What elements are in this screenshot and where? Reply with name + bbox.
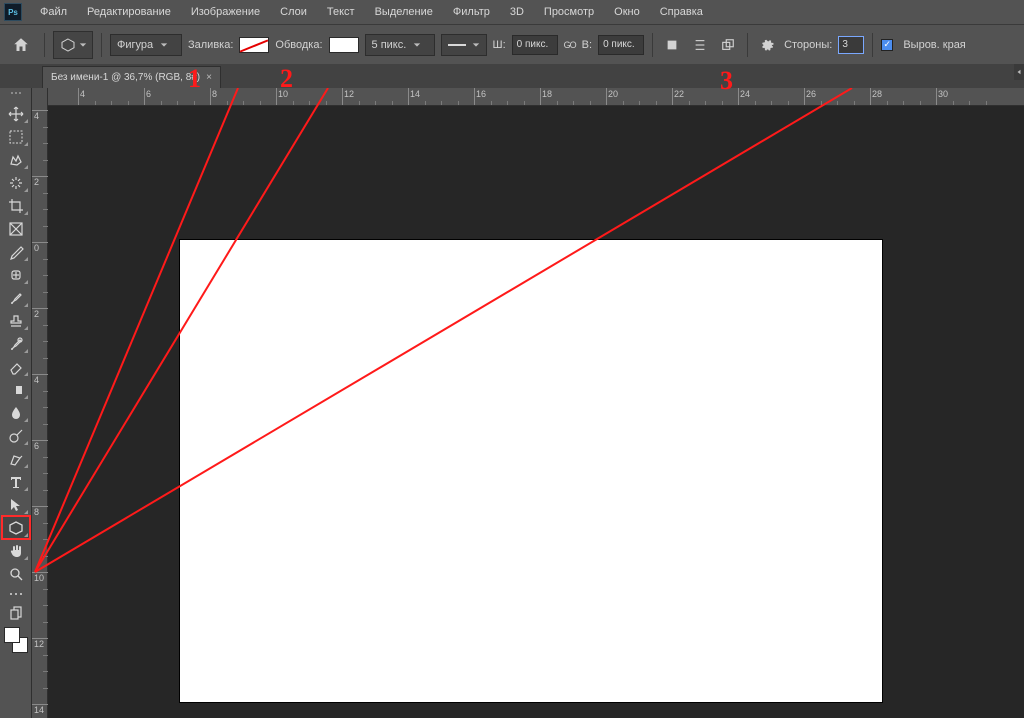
panel-collapse-handle[interactable] bbox=[1014, 64, 1024, 80]
tool-brush[interactable] bbox=[2, 286, 30, 309]
menu-edit[interactable]: Редактирование bbox=[77, 2, 181, 22]
document-canvas[interactable] bbox=[180, 240, 882, 702]
tool-dodge[interactable] bbox=[2, 424, 30, 447]
menu-3d[interactable]: 3D bbox=[500, 2, 534, 22]
tool-hand[interactable] bbox=[2, 539, 30, 562]
menu-view[interactable]: Просмотр bbox=[534, 2, 604, 22]
separator bbox=[747, 33, 748, 57]
home-button[interactable] bbox=[6, 30, 36, 60]
width-input[interactable] bbox=[512, 35, 558, 55]
annotation-number-1: 1 bbox=[188, 64, 201, 94]
fill-swatch[interactable] bbox=[239, 37, 269, 53]
stroke-swatch[interactable] bbox=[329, 37, 359, 53]
tool-frame[interactable] bbox=[2, 217, 30, 240]
ruler-vertical[interactable]: 4202468101214 bbox=[32, 88, 48, 718]
stroke-width-value: 5 пикс. bbox=[372, 39, 407, 51]
canvas-area[interactable]: 4681012141618202224262830 4202468101214 … bbox=[32, 88, 1024, 718]
tool-type[interactable] bbox=[2, 470, 30, 493]
document-tab-title: Без имени-1 @ 36,7% (RGB, 8#) bbox=[51, 72, 200, 83]
shape-mode-dropdown[interactable]: Фигура bbox=[110, 34, 182, 56]
separator bbox=[101, 33, 102, 57]
chevron-down-icon bbox=[159, 41, 169, 49]
path-arrange-icon[interactable] bbox=[717, 34, 739, 56]
path-op-new-icon[interactable] bbox=[661, 34, 683, 56]
annotation-number-2: 2 bbox=[280, 64, 293, 94]
link-wh-icon[interactable]: GO bbox=[564, 40, 576, 50]
toolbar-grip[interactable] bbox=[6, 92, 26, 98]
sides-label: Стороны: bbox=[784, 39, 832, 51]
tool-zoom[interactable] bbox=[2, 562, 30, 585]
menu-bar: Ps Файл Редактирование Изображение Слои … bbox=[0, 0, 1024, 24]
current-tool-preset[interactable] bbox=[53, 31, 93, 59]
tool-quick-select[interactable] bbox=[2, 171, 30, 194]
tool-path-select[interactable] bbox=[2, 493, 30, 516]
height-input[interactable] bbox=[598, 35, 644, 55]
tool-shape[interactable] bbox=[2, 516, 30, 539]
workspace: 4681012141618202224262830 4202468101214 … bbox=[0, 88, 1024, 718]
tools-panel bbox=[0, 88, 32, 718]
sides-input[interactable] bbox=[838, 36, 864, 54]
tool-marquee[interactable] bbox=[2, 125, 30, 148]
foreground-color[interactable] bbox=[4, 627, 20, 643]
menu-filter[interactable]: Фильтр bbox=[443, 2, 500, 22]
gear-icon[interactable] bbox=[756, 34, 778, 56]
separator bbox=[872, 33, 873, 57]
height-label: В: bbox=[582, 39, 592, 51]
toolbar-more[interactable] bbox=[2, 585, 30, 603]
separator bbox=[44, 33, 45, 57]
align-edges-label: Выров. края bbox=[903, 39, 965, 51]
menu-layer[interactable]: Слои bbox=[270, 2, 317, 22]
fill-label: Заливка: bbox=[188, 39, 233, 51]
tool-history-brush[interactable] bbox=[2, 332, 30, 355]
edit-toolbar-icon[interactable] bbox=[2, 603, 30, 621]
menu-file[interactable]: Файл bbox=[30, 2, 77, 22]
menu-type[interactable]: Текст bbox=[317, 2, 365, 22]
document-tab-strip: Без имени-1 @ 36,7% (RGB, 8#) × bbox=[0, 64, 1024, 88]
width-label: Ш: bbox=[493, 39, 506, 51]
menu-select[interactable]: Выделение bbox=[365, 2, 443, 22]
close-icon[interactable]: × bbox=[206, 72, 212, 83]
chevron-down-icon bbox=[412, 41, 422, 49]
tool-eraser[interactable] bbox=[2, 355, 30, 378]
options-bar: Фигура Заливка: Обводка: 5 пикс. Ш: GO В… bbox=[0, 24, 1024, 64]
stroke-width-dropdown[interactable]: 5 пикс. bbox=[365, 34, 435, 56]
align-edges-checkbox[interactable]: ✓ bbox=[881, 39, 893, 51]
tool-gradient[interactable] bbox=[2, 378, 30, 401]
tool-move[interactable] bbox=[2, 102, 30, 125]
separator bbox=[652, 33, 653, 57]
app-logo: Ps bbox=[4, 3, 22, 21]
shape-mode-label: Фигура bbox=[117, 39, 153, 51]
path-align-icon[interactable] bbox=[689, 34, 711, 56]
tool-crop[interactable] bbox=[2, 194, 30, 217]
menu-image[interactable]: Изображение bbox=[181, 2, 270, 22]
tool-eyedropper[interactable] bbox=[2, 240, 30, 263]
menu-window[interactable]: Окно bbox=[604, 2, 650, 22]
tool-pen[interactable] bbox=[2, 447, 30, 470]
stroke-style-dropdown[interactable] bbox=[441, 34, 487, 56]
menu-help[interactable]: Справка bbox=[650, 2, 713, 22]
tool-lasso[interactable] bbox=[2, 148, 30, 171]
foreground-background-swatch[interactable] bbox=[2, 625, 30, 655]
tool-stamp[interactable] bbox=[2, 309, 30, 332]
stroke-label: Обводка: bbox=[275, 39, 322, 51]
annotation-number-3: 3 bbox=[720, 66, 733, 96]
tool-healing[interactable] bbox=[2, 263, 30, 286]
chevron-down-icon bbox=[472, 41, 480, 49]
tool-blur[interactable] bbox=[2, 401, 30, 424]
